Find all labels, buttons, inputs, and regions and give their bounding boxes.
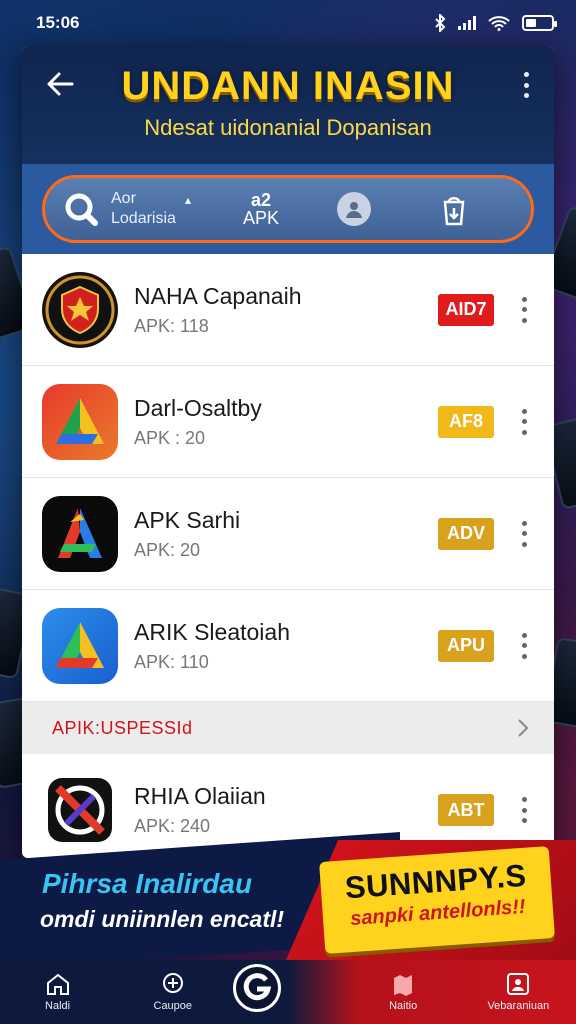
- nav-item-profile[interactable]: Vebaraniuan: [463, 972, 573, 1012]
- store-icon: [394, 975, 413, 996]
- app-name: APK Sarhi: [134, 506, 241, 533]
- section-label: APIK:USPESSId: [52, 717, 193, 738]
- back-arrow-icon[interactable]: [42, 66, 78, 102]
- app-list: NAHA Capanaih APK: 118 AID7 Darl-Osaltby…: [22, 254, 554, 858]
- status-badge[interactable]: APU: [438, 629, 494, 662]
- nav-label: Caupoe: [153, 1000, 193, 1012]
- nav-label: Naldi: [45, 1000, 71, 1012]
- active-tab-indicator: [71, 240, 241, 243]
- signal-icon: [458, 16, 476, 30]
- apk-count: a2: [251, 190, 272, 210]
- nav-label: Vebaraniuan: [487, 1000, 550, 1012]
- status-badge[interactable]: AF8: [438, 405, 494, 438]
- app-apk-count: APK: 118: [134, 315, 209, 336]
- page-title: UNDANN INASIN: [121, 64, 455, 108]
- app-name: Darl-Osaltby: [134, 394, 262, 421]
- promo-card[interactable]: SUNNNPY.S sanpki antellonls!!: [319, 846, 555, 954]
- more-options-icon[interactable]: [514, 519, 534, 549]
- page-subtitle: Ndesat uidonanial Dopanisan: [144, 115, 432, 140]
- battery-icon: [522, 15, 557, 31]
- search-band: Aor Lodarisia ▴ a2 APK: [22, 164, 554, 254]
- app-apk-count: APK: 110: [134, 651, 209, 672]
- triangle-a-icon: [42, 383, 118, 460]
- home-icon: [46, 973, 69, 995]
- app-name: RHIA Olaiian: [134, 783, 266, 809]
- search-input[interactable]: Aor Lodarisia: [111, 189, 211, 229]
- apk-tab-label: APK: [243, 208, 280, 228]
- list-item[interactable]: APK Sarhi APK: 20 ADV: [22, 478, 554, 590]
- more-options-icon[interactable]: [514, 631, 534, 661]
- nav-item-home[interactable]: Naldi: [3, 972, 113, 1012]
- app-name: ARIK Sleatoiah: [134, 618, 290, 645]
- crossed-circle-icon: [42, 772, 118, 848]
- more-options-icon[interactable]: [514, 407, 534, 437]
- app-panel: UNDANN INASIN Ndesat uidonanial Dopanisa…: [22, 46, 554, 858]
- app-apk-count: APK: 20: [134, 539, 201, 560]
- status-time: 15:06: [36, 13, 80, 32]
- search-icon[interactable]: [61, 189, 101, 229]
- nav-label: Naitio: [389, 1000, 418, 1012]
- promo-subtitle: omdi uniinnlen encatl!: [40, 906, 285, 932]
- letter-a-icon: [42, 495, 118, 572]
- more-options-icon[interactable]: [516, 68, 536, 102]
- status-bar: 15:06: [0, 0, 576, 46]
- list-item[interactable]: ARIK Sleatoiah APK: 110 APU: [22, 590, 554, 702]
- shield-star-icon: [42, 271, 118, 348]
- g-logo-icon: [232, 964, 281, 1012]
- section-header[interactable]: APIK:USPESSId: [22, 702, 554, 754]
- chevron-right-icon[interactable]: [516, 717, 530, 739]
- status-badge[interactable]: AID7: [438, 293, 494, 326]
- promo-title: Pihrsa Inalirdau: [42, 868, 253, 899]
- promo-banner[interactable]: Pihrsa Inalirdau omdi uniinnlen encatl! …: [0, 832, 576, 970]
- search-bar[interactable]: Aor Lodarisia ▴ a2 APK: [42, 175, 534, 243]
- search-line-2: Lodarisia: [111, 210, 176, 227]
- category-icon: [162, 973, 183, 993]
- app-apk-count: APK : 20: [134, 427, 206, 448]
- status-badge[interactable]: ABT: [438, 794, 494, 826]
- app-name: NAHA Capanaih: [134, 282, 302, 309]
- list-item[interactable]: Darl-Osaltby APK : 20 AF8: [22, 366, 554, 478]
- app-header: UNDANN INASIN Ndesat uidonanial Dopanisa…: [22, 46, 554, 164]
- nav-item-store[interactable]: Naitio: [348, 972, 458, 1012]
- user-avatar-icon[interactable]: [337, 192, 372, 226]
- tab-apk[interactable]: a2 APK: [243, 191, 279, 227]
- nav-item-category[interactable]: Caupoe: [118, 972, 228, 1012]
- more-options-icon[interactable]: [514, 295, 534, 325]
- profile-box-icon: [507, 973, 530, 995]
- nav-item-center[interactable]: [232, 964, 343, 1012]
- download-bag-icon[interactable]: [439, 192, 469, 226]
- bluetooth-icon: [435, 14, 446, 32]
- status-badge[interactable]: ADV: [438, 517, 494, 550]
- wifi-icon: [488, 16, 510, 31]
- bottom-nav: Naldi Caupoe Naitio Vebaraniuan: [0, 960, 576, 1024]
- search-line-1: Aor: [111, 190, 136, 207]
- triangle-a-icon: [42, 607, 118, 684]
- caret-up-icon: ▴: [185, 193, 192, 207]
- more-options-icon[interactable]: [514, 795, 534, 825]
- list-item[interactable]: NAHA Capanaih APK: 118 AID7: [22, 254, 554, 366]
